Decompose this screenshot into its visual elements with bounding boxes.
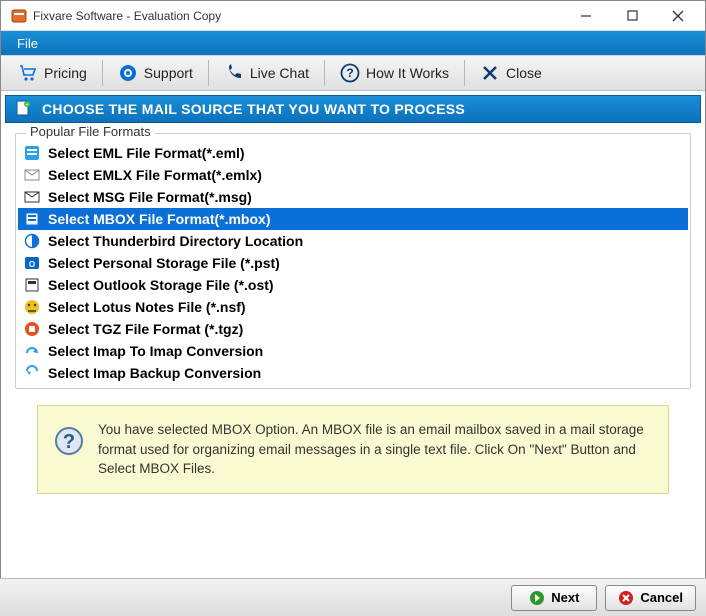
formats-legend: Popular File Formats: [26, 124, 155, 139]
toolbar-separator: [208, 60, 209, 86]
toolbar: Pricing Support Live Chat ? How It Works…: [1, 55, 705, 91]
emlx-icon: [24, 167, 40, 183]
minimize-button[interactable]: [563, 1, 609, 31]
cancel-button[interactable]: Cancel: [605, 585, 696, 611]
cancel-label: Cancel: [640, 590, 683, 605]
support-button[interactable]: Support: [107, 58, 204, 88]
content-area: Popular File Formats Select EML File For…: [1, 127, 705, 494]
formats-fieldset: Popular File Formats Select EML File For…: [15, 133, 691, 389]
format-label: Select MSG File Format(*.msg): [48, 189, 252, 205]
format-item[interactable]: O Select Personal Storage File (*.pst): [18, 252, 688, 274]
cart-icon: [18, 63, 38, 83]
msg-icon: [24, 189, 40, 205]
ost-icon: [24, 277, 40, 293]
format-item[interactable]: Select EMLX File Format(*.emlx): [18, 164, 688, 186]
format-label: Select Imap Backup Conversion: [48, 365, 261, 381]
format-label: Select Outlook Storage File (*.ost): [48, 277, 274, 293]
format-label: Select Imap To Imap Conversion: [48, 343, 263, 359]
info-text: You have selected MBOX Option. An MBOX f…: [98, 420, 652, 479]
svg-text:+: +: [25, 103, 29, 109]
format-label: Select EML File Format(*.eml): [48, 145, 245, 161]
info-box: ? You have selected MBOX Option. An MBOX…: [37, 405, 669, 494]
format-item[interactable]: Select Lotus Notes File (*.nsf): [18, 296, 688, 318]
titlebar: Fixvare Software - Evaluation Copy: [1, 1, 705, 31]
format-label: Select TGZ File Format (*.tgz): [48, 321, 243, 337]
banner-text: CHOOSE THE MAIL SOURCE THAT YOU WANT TO …: [42, 101, 465, 117]
format-item[interactable]: Select MSG File Format(*.msg): [18, 186, 688, 208]
phone-icon: [224, 63, 244, 83]
next-icon: [529, 590, 545, 606]
format-label: Select Thunderbird Directory Location: [48, 233, 303, 249]
livechat-button[interactable]: Live Chat: [213, 58, 320, 88]
tgz-icon: [24, 321, 40, 337]
next-label: Next: [551, 590, 579, 605]
svg-text:?: ?: [346, 66, 353, 80]
thunderbird-icon: [24, 233, 40, 249]
toolbar-separator: [102, 60, 103, 86]
cancel-icon: [618, 590, 634, 606]
imap-backup-icon: [24, 365, 40, 381]
imap-sync-icon: [24, 343, 40, 359]
menubar: File: [1, 31, 705, 55]
maximize-button[interactable]: [609, 1, 655, 31]
format-item[interactable]: Select Thunderbird Directory Location: [18, 230, 688, 252]
svg-text:?: ?: [63, 431, 75, 453]
toolbar-separator: [324, 60, 325, 86]
format-item[interactable]: Select Outlook Storage File (*.ost): [18, 274, 688, 296]
mbox-icon: [24, 211, 40, 227]
format-item[interactable]: Select Imap Backup Conversion: [18, 362, 688, 384]
formats-list: Select EML File Format(*.eml) Select EMLX…: [18, 142, 688, 384]
close-window-button[interactable]: [655, 1, 701, 31]
format-label: Select MBOX File Format(*.mbox): [48, 211, 270, 227]
toolbar-label: Live Chat: [250, 65, 309, 81]
toolbar-separator: [464, 60, 465, 86]
format-item[interactable]: Select EML File Format(*.eml): [18, 142, 688, 164]
question-icon: ?: [340, 63, 360, 83]
window-title: Fixvare Software - Evaluation Copy: [33, 9, 563, 23]
format-label: Select Personal Storage File (*.pst): [48, 255, 280, 271]
banner: + CHOOSE THE MAIL SOURCE THAT YOU WANT T…: [5, 95, 701, 123]
svg-text:O: O: [29, 260, 35, 269]
eml-icon: [24, 145, 40, 161]
format-item[interactable]: Select MBOX File Format(*.mbox): [18, 208, 688, 230]
footer: Next Cancel: [0, 578, 706, 616]
menu-file[interactable]: File: [9, 34, 46, 53]
format-label: Select EMLX File Format(*.emlx): [48, 167, 262, 183]
close-icon: [480, 63, 500, 83]
toolbar-label: Close: [506, 65, 542, 81]
toolbar-label: How It Works: [366, 65, 449, 81]
next-button[interactable]: Next: [511, 585, 597, 611]
page-icon: +: [14, 100, 32, 118]
toolbar-label: Pricing: [44, 65, 87, 81]
close-button[interactable]: Close: [469, 58, 553, 88]
support-icon: [118, 63, 138, 83]
app-icon: [11, 8, 27, 24]
format-label: Select Lotus Notes File (*.nsf): [48, 299, 246, 315]
pricing-button[interactable]: Pricing: [7, 58, 98, 88]
format-item[interactable]: Select TGZ File Format (*.tgz): [18, 318, 688, 340]
format-item[interactable]: Select Imap To Imap Conversion: [18, 340, 688, 362]
pst-icon: O: [24, 255, 40, 271]
toolbar-label: Support: [144, 65, 193, 81]
nsf-icon: [24, 299, 40, 315]
howitworks-button[interactable]: ? How It Works: [329, 58, 460, 88]
info-icon: ?: [54, 426, 84, 456]
